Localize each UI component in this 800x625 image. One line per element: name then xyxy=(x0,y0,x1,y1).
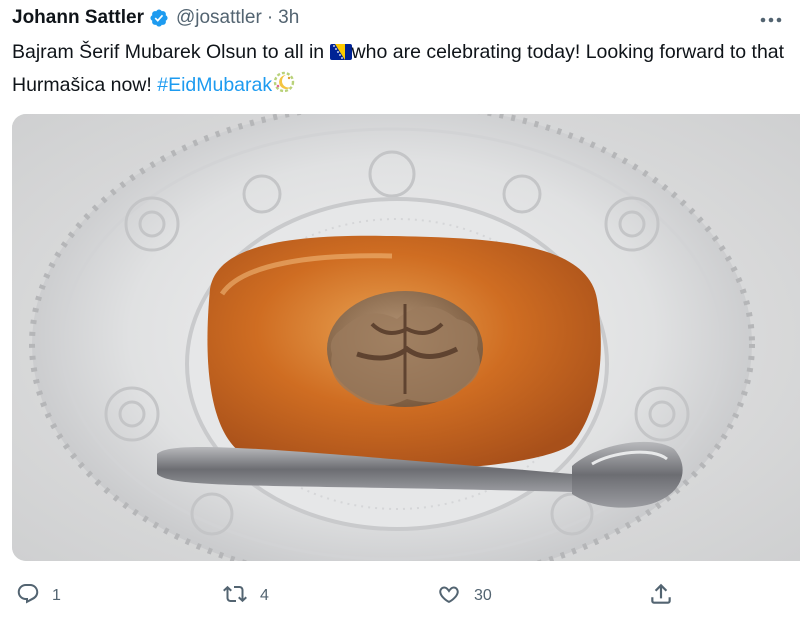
verified-badge-icon xyxy=(149,8,169,28)
hashtag-link[interactable]: #EidMubarak xyxy=(157,74,272,96)
author-handle[interactable]: @josattler xyxy=(176,7,262,29)
photo-hurmasica-on-glass-plate xyxy=(12,114,800,561)
retweet-icon xyxy=(222,582,248,611)
like-count: 30 xyxy=(474,587,492,604)
reply-count: 1 xyxy=(52,587,61,604)
reply-button[interactable]: 1 xyxy=(16,576,61,616)
share-button[interactable] xyxy=(648,576,674,616)
tweet-text: Bajram Šerif Mubarek Olsun to all in who… xyxy=(12,38,792,103)
share-icon xyxy=(648,581,674,612)
header-separator: · xyxy=(266,7,274,28)
more-options-icon[interactable] xyxy=(758,10,784,30)
tweet-card[interactable]: Johann Sattler @josattler · 3h Bajram Še… xyxy=(0,0,800,625)
author-name[interactable]: Johann Sattler xyxy=(12,7,144,29)
tweet-timestamp[interactable]: 3h xyxy=(278,7,299,29)
tweet-text-part1: Bajram Šerif Mubarek Olsun to all in xyxy=(12,41,330,63)
tweet-photo[interactable] xyxy=(12,114,800,561)
retweet-count: 4 xyxy=(260,587,269,604)
crescent-moon-emoji-icon xyxy=(272,70,296,103)
like-button[interactable]: 30 xyxy=(436,576,492,616)
tweet-header: Johann Sattler @josattler · 3h xyxy=(12,4,788,32)
reply-icon xyxy=(16,582,40,611)
bosnia-flag-icon xyxy=(329,41,352,70)
retweet-button[interactable]: 4 xyxy=(222,576,269,616)
heart-icon xyxy=(436,582,462,611)
tweet-actions: 1 4 30 xyxy=(0,576,800,616)
